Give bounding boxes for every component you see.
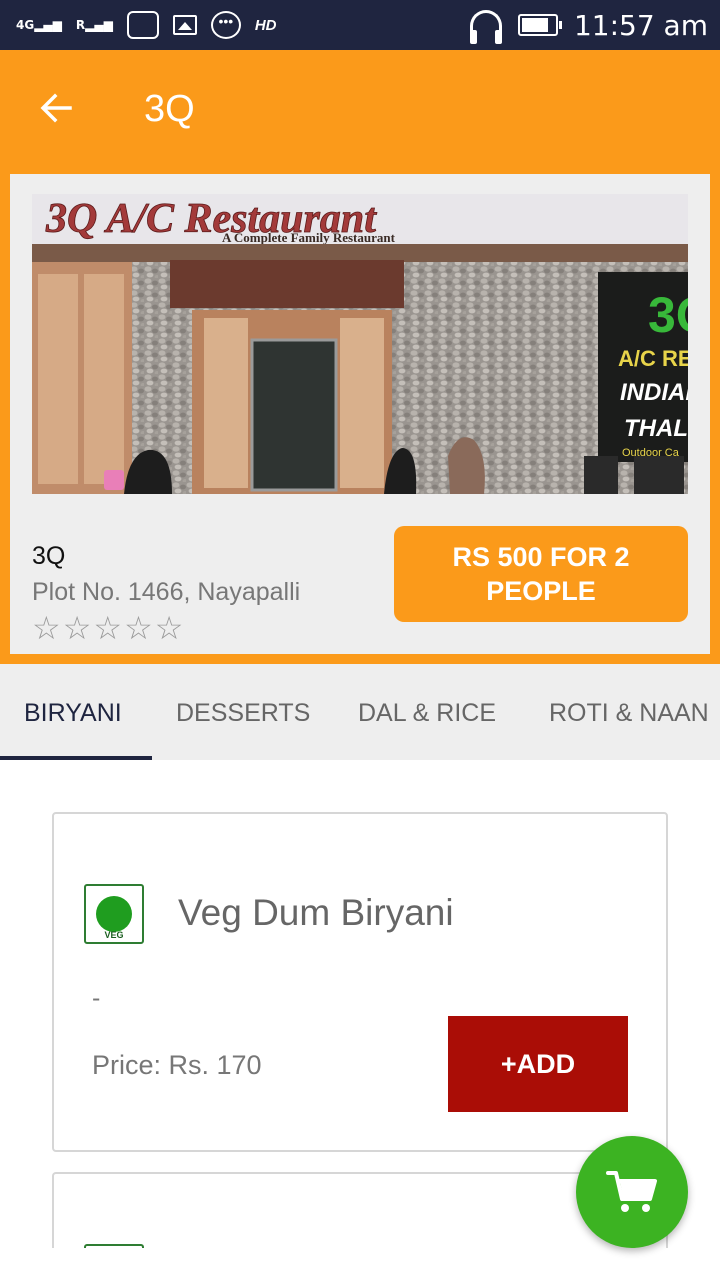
photo-side-board-4: THALI [624,415,688,442]
tab-biryani[interactable]: BIRYANI [24,664,122,760]
page-title: 3Q [144,88,195,130]
photo-sign-subtitle: A Complete Family Restaurant [222,230,396,245]
restaurant-card: 3Q A/C Restaurant A Complete Family Rest… [10,174,710,654]
veg-icon: VEG [84,884,144,944]
status-bar: 4G▂▄▆ R▂▄▆ ••• HD 11:57 am [0,0,720,50]
rating-stars: ☆☆☆☆☆ [32,610,186,646]
arrow-left-icon [40,93,72,123]
tab-roti-naan[interactable]: ROTI & NAAN [549,664,709,760]
headset-icon [469,10,502,44]
bottom-fade [0,1248,720,1280]
message-notification-icon: ••• [210,11,241,39]
restaurant-name: 3Q [32,542,66,570]
photo-side-board-1: 3Q [648,287,688,343]
battery-icon [517,14,562,36]
tab-desserts[interactable]: DESSERTS [176,664,310,760]
photo-side-board-3: INDIAN [620,379,688,406]
menu-item-card: VEG Veg Dum Biryani - Price: Rs. 170 +AD… [52,812,668,1152]
image-notification-icon [172,15,197,35]
shopping-cart-icon [606,1171,657,1212]
cart-button[interactable] [576,1136,688,1248]
restaurant-photo: 3Q A/C Restaurant A Complete Family Rest… [32,194,688,494]
category-tabs: BIRYANI DESSERTS DAL & RICE ROTI & NAAN [0,664,720,760]
back-button[interactable] [36,88,76,128]
network-signal-icon: 4G▂▄▆ [16,18,62,32]
price-for-two-button[interactable]: RS 500 FOR 2 PEOPLE [394,526,688,622]
item-name: Veg Dum Biryani [178,892,454,933]
app-notification-icon [126,11,159,39]
add-to-cart-button[interactable]: +ADD [448,1016,628,1112]
roaming-signal-icon: R▂▄▆ [75,18,113,32]
tab-dal-rice[interactable]: DAL & RICE [358,664,496,760]
item-price: Price: Rs. 170 [92,1050,262,1080]
restaurant-address: Plot No. 1466, Nayapalli [32,578,301,606]
tab-indicator [0,756,152,760]
item-description: - [92,984,101,1012]
status-time: 11:57 am [573,8,708,42]
hd-icon: HD [254,16,277,34]
photo-side-board-2: A/C RE [618,346,688,371]
restaurant-header: 3Q A/C Restaurant A Complete Family Rest… [0,162,720,664]
app-bar: 3Q [0,50,720,170]
